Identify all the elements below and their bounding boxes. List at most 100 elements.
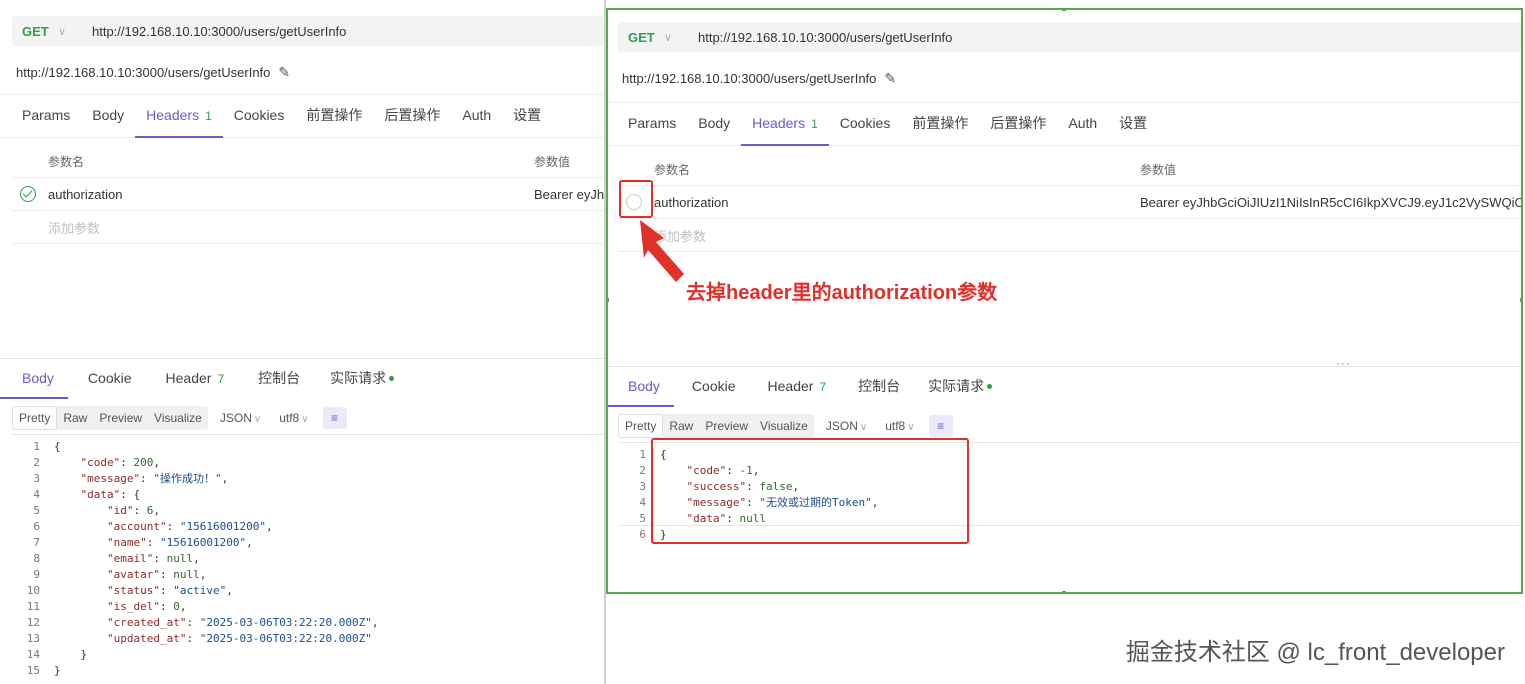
tab-auth[interactable]: Auth	[451, 94, 502, 138]
resp-tab-actual-request[interactable]: 实际请求	[314, 359, 408, 399]
tab-body[interactable]: Body	[81, 94, 135, 138]
left-request-panel: GET ∨ http://192.168.10.10:3000/users/ge…	[0, 0, 606, 684]
request-bar[interactable]: GET ∨ http://192.168.10.10:3000/users/ge…	[618, 22, 1521, 52]
view-raw[interactable]: Raw	[57, 406, 93, 430]
code-text[interactable]: "id": 6,	[54, 503, 160, 519]
code-text[interactable]: {	[54, 439, 61, 455]
resp-tab-cookie[interactable]: Cookie	[674, 367, 750, 407]
tab-auth[interactable]: Auth	[1057, 102, 1108, 146]
request-url-label: http://192.168.10.10:3000/users/getUserI…	[622, 71, 877, 86]
tab-post-operations[interactable]: 后置操作	[373, 94, 451, 138]
tab-params[interactable]: Params	[0, 94, 81, 138]
code-text[interactable]: "data": {	[54, 487, 141, 503]
tab-params[interactable]: Params	[608, 102, 687, 146]
code-text[interactable]: "is_del": 0,	[54, 599, 186, 615]
tab-cookies[interactable]: Cookies	[829, 102, 902, 146]
code-text[interactable]: "avatar": null,	[54, 567, 206, 583]
resp-tab-header[interactable]: Header 7	[146, 359, 239, 399]
format-select[interactable]: JSON ∨	[826, 419, 867, 433]
tab-pre-operations[interactable]: 前置操作	[901, 102, 979, 146]
code-line: 2 "code": 200,	[12, 455, 604, 471]
code-line: 1{	[12, 439, 604, 455]
encoding-select[interactable]: utf8 ∨	[885, 419, 914, 433]
code-text[interactable]: "account": "15616001200",	[54, 519, 273, 535]
edit-icon[interactable]: ✎	[884, 70, 896, 87]
view-preview[interactable]: Preview	[93, 406, 148, 430]
code-text[interactable]: "status": "active",	[54, 583, 233, 599]
tab-cookies[interactable]: Cookies	[223, 94, 296, 138]
tab-headers[interactable]: Headers 1	[135, 94, 223, 138]
resp-tab-console[interactable]: 控制台	[238, 359, 314, 399]
response-toolbar: Pretty Raw Preview Visualize JSON ∨ utf8 ∨…	[618, 414, 953, 438]
param-key[interactable]: authorization	[48, 187, 122, 202]
tab-post-operations[interactable]: 后置操作	[979, 102, 1057, 146]
wrap-lines-icon[interactable]: ≡	[322, 407, 347, 429]
view-visualize[interactable]: Visualize	[148, 406, 208, 430]
url-input[interactable]: http://192.168.10.10:3000/users/getUserI…	[92, 24, 346, 39]
tab-body[interactable]: Body	[687, 102, 741, 146]
line-number: 5	[33, 504, 40, 517]
code-text[interactable]: "email": null,	[54, 551, 200, 567]
tab-settings[interactable]: 设置	[502, 94, 552, 138]
line-number: 7	[33, 536, 40, 549]
table-header-row: 参数名 参数值	[12, 145, 604, 178]
table-row: authorization Bearer eyJhbGciOiJIUzI1NiI…	[618, 186, 1521, 219]
line-number: 8	[33, 552, 40, 565]
selection-handle[interactable]	[1062, 10, 1066, 11]
view-preview[interactable]: Preview	[699, 414, 754, 438]
resp-tab-header[interactable]: Header 7	[750, 367, 841, 407]
method-select[interactable]: GET	[628, 30, 664, 45]
add-param-row[interactable]: 添加参数	[618, 219, 1521, 252]
line-number: 2	[33, 456, 40, 469]
resp-tab-body[interactable]: Body	[608, 367, 674, 407]
view-visualize[interactable]: Visualize	[754, 414, 814, 438]
wrap-lines-icon[interactable]: ≡	[928, 415, 953, 437]
resp-tab-cookie[interactable]: Cookie	[68, 359, 146, 399]
chevron-down-icon[interactable]: ∨	[664, 31, 698, 44]
code-text[interactable]: "created_at": "2025-03-06T03:22:20.000Z"…	[54, 615, 379, 631]
code-text[interactable]: "message": "操作成功！",	[54, 471, 229, 487]
tab-settings[interactable]: 设置	[1108, 102, 1158, 146]
method-select[interactable]: GET	[22, 24, 58, 39]
highlight-box-response	[651, 438, 969, 544]
add-param-row[interactable]: 添加参数	[12, 211, 604, 244]
line-number: 15	[26, 664, 40, 677]
view-raw[interactable]: Raw	[663, 414, 699, 438]
code-text[interactable]: "name": "15616001200",	[54, 535, 253, 551]
request-bar[interactable]: GET ∨ http://192.168.10.10:3000/users/ge…	[12, 16, 604, 46]
code-text[interactable]: }	[54, 647, 87, 663]
resp-tab-actual-request[interactable]: 实际请求	[914, 367, 1006, 407]
line-number: 6	[33, 520, 40, 533]
code-line: 3 "message": "操作成功！",	[12, 471, 604, 487]
param-value[interactable]: Bearer eyJh	[534, 187, 604, 202]
code-line: 13 "updated_at": "2025-03-06T03:22:20.00…	[12, 631, 604, 647]
add-param-placeholder[interactable]: 添加参数	[48, 218, 100, 237]
line-number: 13	[26, 632, 40, 645]
selection-handle[interactable]	[1520, 298, 1521, 302]
headers-table: 参数名 参数值 authorization Bearer eyJh 添加参数	[12, 145, 604, 244]
format-select[interactable]: JSON ∨	[220, 411, 261, 425]
code-text[interactable]: "code": 200,	[54, 455, 161, 471]
code-line: 10 "status": "active",	[12, 583, 604, 599]
encoding-select[interactable]: utf8 ∨	[279, 411, 308, 425]
selection-handle[interactable]	[608, 298, 609, 302]
chevron-down-icon[interactable]: ∨	[58, 25, 92, 38]
view-switcher: Pretty Raw Preview Visualize	[618, 414, 814, 438]
right-request-panel: GET ∨ http://192.168.10.10:3000/users/ge…	[606, 8, 1523, 594]
url-input[interactable]: http://192.168.10.10:3000/users/getUserI…	[698, 30, 952, 45]
view-pretty[interactable]: Pretty	[12, 406, 58, 430]
selection-handle[interactable]	[1062, 591, 1066, 592]
line-number: 11	[26, 600, 40, 613]
code-text[interactable]: "updated_at": "2025-03-06T03:22:20.000Z"	[54, 631, 372, 647]
code-text[interactable]: }	[54, 663, 61, 679]
edit-icon[interactable]: ✎	[278, 64, 290, 81]
resp-tab-console[interactable]: 控制台	[840, 367, 914, 407]
checkbox-checked-icon[interactable]	[20, 186, 36, 202]
column-param-name: 参数名	[48, 154, 85, 169]
param-value[interactable]: Bearer eyJhbGciOiJIUzI1NiIsInR5cCI6IkpXV…	[1140, 195, 1521, 210]
resp-tab-body[interactable]: Body	[0, 359, 68, 399]
tab-headers[interactable]: Headers 1	[741, 102, 829, 146]
param-key[interactable]: authorization	[654, 195, 728, 210]
view-pretty[interactable]: Pretty	[618, 414, 664, 438]
tab-pre-operations[interactable]: 前置操作	[295, 94, 373, 138]
